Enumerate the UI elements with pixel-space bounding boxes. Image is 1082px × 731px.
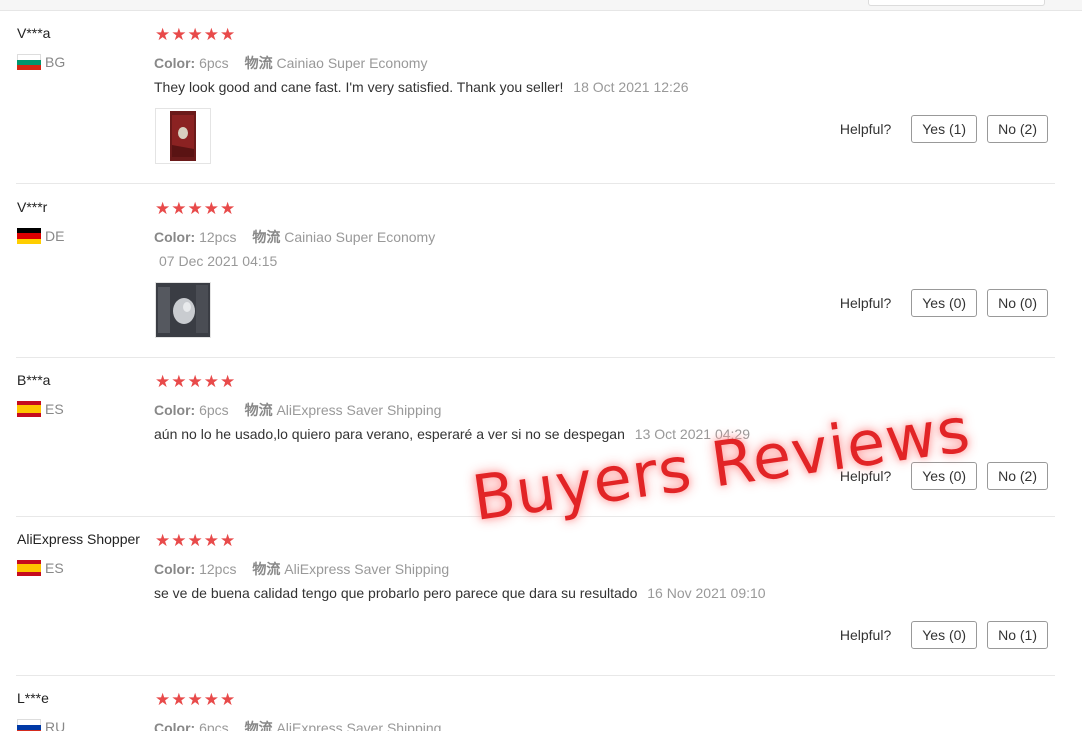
flag-de-icon — [17, 228, 41, 244]
color-label: Color: — [154, 229, 196, 245]
shipping-label: 物流 — [252, 229, 281, 245]
top-bar — [0, 0, 1082, 11]
review-item: AliExpress Shopper ES ★★★★★ Color: 12pcs… — [0, 517, 1082, 676]
shipping-value: AliExpress Saver Shipping — [276, 720, 442, 731]
review-date-line: 07 Dec 2021 04:15 — [159, 253, 277, 269]
helpful-no-button[interactable]: No (2) — [987, 115, 1048, 143]
star-rating: ★★★★★ — [155, 372, 237, 391]
country-code: RU — [45, 719, 66, 731]
color-label: Color: — [154, 402, 196, 418]
flag-es-icon — [17, 560, 41, 576]
flag-bg-icon — [17, 54, 41, 70]
divider — [16, 183, 1055, 184]
helpful-vote: Helpful? Yes (0) No (1) — [840, 621, 1048, 649]
review-meta: Color: 6pcs 物流 AliExpress Saver Shipping — [154, 718, 441, 731]
helpful-label: Helpful? — [839, 627, 892, 643]
helpful-vote: Helpful? Yes (0) No (0) — [840, 289, 1048, 317]
color-label: Color: — [154, 55, 196, 71]
reviewer-name: B***a — [17, 372, 51, 388]
flag-ru-icon — [17, 719, 41, 731]
reviewer-country: DE — [17, 228, 64, 244]
shipping-label: 物流 — [252, 561, 281, 577]
review-content: se ve de buena calidad tengo que probarl… — [154, 585, 766, 601]
reviewer-country: BG — [17, 54, 65, 70]
review-photo-image — [170, 111, 196, 161]
helpful-vote: Helpful? Yes (1) No (2) — [840, 115, 1048, 143]
helpful-yes-button[interactable]: Yes (1) — [911, 115, 978, 143]
country-code: DE — [45, 228, 65, 244]
review-meta: Color: 6pcs 物流 Cainiao Super Economy — [154, 53, 427, 73]
shipping-value: AliExpress Saver Shipping — [276, 402, 442, 418]
reviewer-name: V***a — [17, 25, 51, 41]
review-item: V***r DE ★★★★★ Color: 12pcs 物流 Cainiao S… — [0, 185, 1082, 358]
helpful-label: Helpful? — [839, 121, 892, 137]
shipping-value: Cainiao Super Economy — [284, 229, 436, 245]
review-photo[interactable] — [155, 282, 211, 338]
shipping-label: 物流 — [244, 55, 273, 71]
review-item: V***a BG ★★★★★ Color: 6pcs 物流 Cainiao Su… — [0, 11, 1082, 184]
helpful-label: Helpful? — [839, 295, 892, 311]
star-rating: ★★★★★ — [155, 531, 237, 550]
color-label: Color: — [154, 561, 196, 577]
color-value: 12pcs — [199, 229, 237, 245]
review-text: aún no lo he usado,lo quiero para verano… — [154, 426, 625, 442]
review-item: L***e RU ★★★★★ Color: 6pcs 物流 AliExpress… — [0, 676, 1082, 731]
review-photo-image — [156, 283, 210, 337]
color-label: Color: — [154, 720, 196, 731]
star-rating: ★★★★★ — [155, 25, 237, 44]
flag-es-icon — [17, 401, 41, 417]
color-value: 6pcs — [199, 720, 229, 731]
review-text: They look good and cane fast. I'm very s… — [154, 79, 564, 95]
review-date: 16 Nov 2021 09:10 — [647, 585, 766, 601]
star-rating: ★★★★★ — [155, 690, 237, 709]
reviewer-country: ES — [17, 560, 64, 576]
color-value: 6pcs — [199, 55, 229, 71]
helpful-yes-button[interactable]: Yes (0) — [911, 289, 978, 317]
reviewer-country: RU — [17, 719, 65, 731]
review-date: 18 Oct 2021 12:26 — [573, 79, 689, 95]
shipping-value: AliExpress Saver Shipping — [284, 561, 450, 577]
shipping-value: Cainiao Super Economy — [276, 55, 428, 71]
color-value: 6pcs — [199, 402, 229, 418]
country-code: BG — [45, 54, 66, 70]
country-code: ES — [45, 560, 64, 576]
star-rating: ★★★★★ — [155, 199, 237, 218]
review-text: se ve de buena calidad tengo que probarl… — [154, 585, 638, 601]
shipping-label: 物流 — [244, 402, 273, 418]
review-date: 07 Dec 2021 04:15 — [159, 253, 278, 269]
review-photo[interactable] — [155, 108, 211, 164]
review-content: They look good and cane fast. I'm very s… — [154, 79, 689, 95]
reviewer-country: ES — [17, 401, 64, 417]
helpful-no-button[interactable]: No (0) — [987, 289, 1048, 317]
review-meta: Color: 12pcs 物流 AliExpress Saver Shippin… — [154, 559, 449, 579]
country-code: ES — [45, 401, 64, 417]
helpful-no-button[interactable]: No (1) — [987, 621, 1048, 649]
helpful-no-button[interactable]: No (2) — [987, 462, 1048, 490]
helpful-yes-button[interactable]: Yes (0) — [911, 621, 978, 649]
shipping-label: 物流 — [244, 720, 273, 731]
reviewer-name: V***r — [17, 199, 48, 215]
color-value: 12pcs — [199, 561, 237, 577]
review-meta: Color: 12pcs 物流 Cainiao Super Economy — [154, 227, 435, 247]
sort-dropdown[interactable] — [868, 0, 1045, 6]
reviewer-name: L***e — [17, 690, 49, 706]
review-meta: Color: 6pcs 物流 AliExpress Saver Shipping — [154, 400, 441, 420]
reviewer-name: AliExpress Shopper — [17, 531, 140, 547]
